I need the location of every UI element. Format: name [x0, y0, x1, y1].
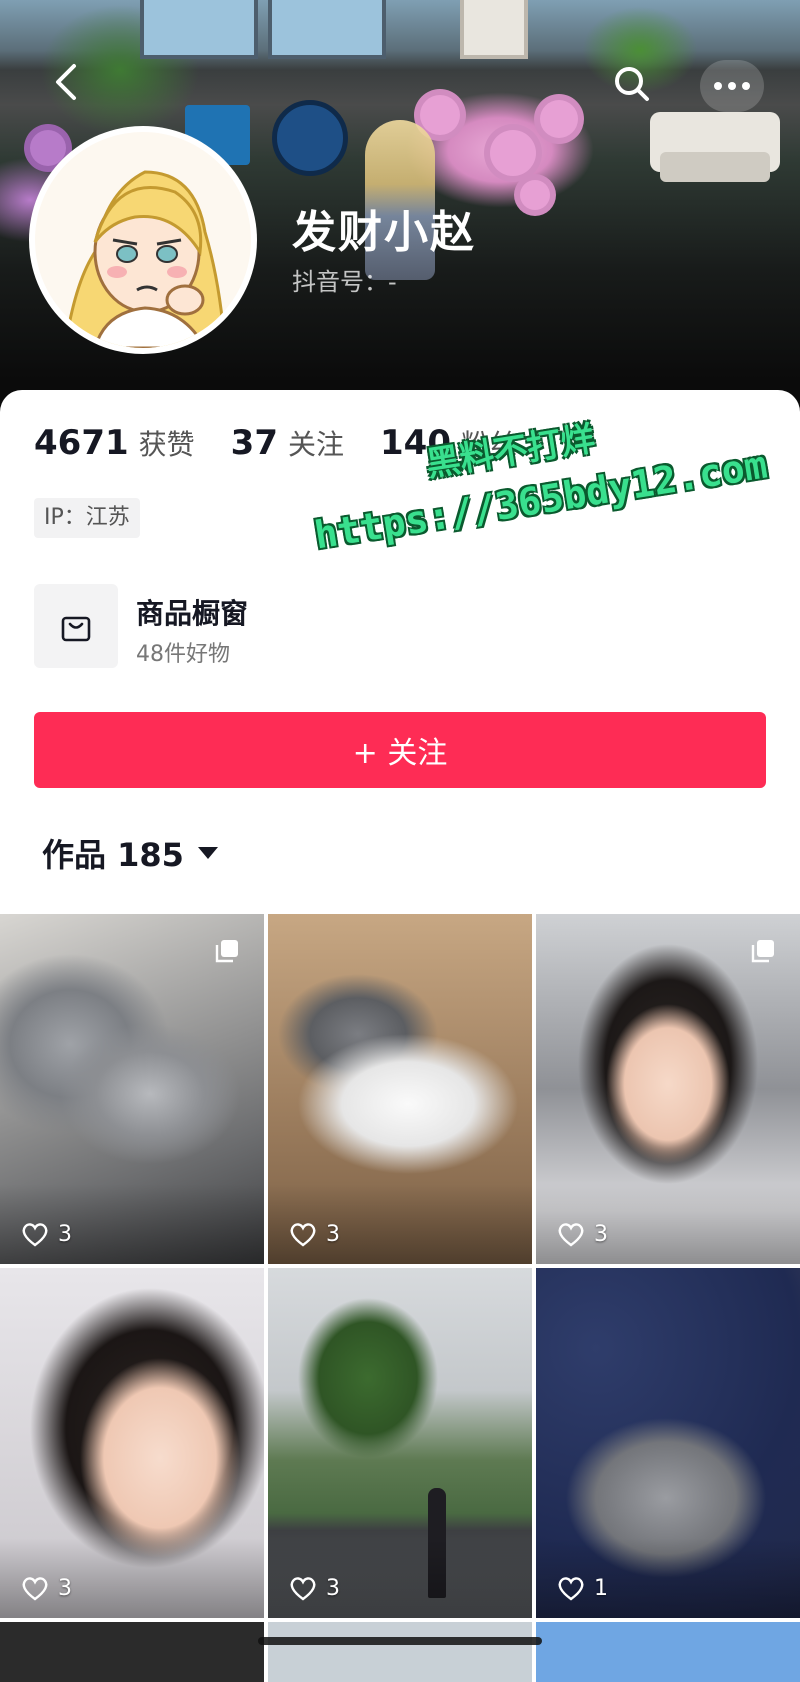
chevron-left-icon: [56, 64, 76, 100]
cover-window: [140, 0, 258, 59]
grid-item[interactable]: 3: [268, 914, 532, 1264]
tile-likes-count: 3: [326, 1575, 340, 1601]
cover-sofa: [650, 112, 780, 182]
cover-wall: [460, 0, 528, 59]
profile-name: 发财小赵: [292, 207, 476, 258]
tile-likes-count: 3: [58, 1575, 72, 1601]
shop-window-title: 商品橱窗: [136, 597, 249, 630]
following-label[interactable]: 关注: [288, 423, 344, 463]
grid-item[interactable]: [536, 1622, 800, 1682]
tile-likes-count: 3: [594, 1221, 608, 1247]
multi-image-icon: [751, 940, 774, 963]
cover-window: [268, 0, 386, 59]
follow-button[interactable]: + 关注: [34, 712, 766, 788]
home-indicator: [258, 1637, 542, 1645]
cover-flower: [30, 130, 66, 166]
grid-item[interactable]: 3: [0, 1268, 264, 1618]
tile-likes-count: 3: [58, 1221, 72, 1247]
tile-likes: 3: [20, 1220, 72, 1248]
shop-window-subtitle: 48件好物: [136, 642, 230, 667]
likes-count: 4671: [34, 423, 129, 463]
tile-likes: 1: [556, 1574, 608, 1602]
grid-item[interactable]: 3: [0, 914, 264, 1264]
heart-icon: [558, 1577, 584, 1601]
search-icon: [615, 67, 649, 101]
dropdown-caret-icon: [197, 847, 218, 859]
following-count[interactable]: 37: [231, 423, 278, 463]
tile-likes: 3: [556, 1220, 608, 1248]
shop-window-entry[interactable]: 商品橱窗 48件好物: [34, 584, 634, 670]
multi-image-icon: [215, 940, 238, 963]
grid-item[interactable]: 3: [536, 914, 800, 1264]
more-options-button[interactable]: [700, 60, 764, 112]
works-label: 作品 185: [42, 836, 184, 874]
tile-likes-count: 1: [594, 1575, 608, 1601]
search-button[interactable]: [608, 60, 656, 108]
heart-icon: [22, 1223, 48, 1247]
back-button[interactable]: [48, 58, 88, 106]
tile-likes: 3: [288, 1574, 340, 1602]
cover-flower: [490, 130, 536, 176]
more-dot-icon: [742, 82, 750, 90]
shopping-bag-icon: [34, 584, 118, 668]
likes-label: 获赞: [138, 428, 195, 461]
tile-likes: 3: [288, 1220, 340, 1248]
grid-item[interactable]: [0, 1622, 264, 1682]
avatar-illustration: [35, 132, 251, 348]
more-dot-icon: [728, 82, 736, 90]
works-tab[interactable]: 作品 185: [42, 830, 218, 876]
cover-flower: [520, 180, 550, 210]
tile-likes: 3: [20, 1574, 72, 1602]
heart-icon: [290, 1577, 316, 1601]
more-dot-icon: [714, 82, 722, 90]
ip-location-tag: IP：江苏: [34, 498, 140, 538]
grid-item[interactable]: 3: [268, 1268, 532, 1618]
tile-likes-count: 3: [326, 1221, 340, 1247]
avatar[interactable]: [35, 132, 251, 348]
heart-icon: [558, 1223, 584, 1247]
heart-icon: [22, 1577, 48, 1601]
cover-clock: [272, 100, 348, 176]
douyin-id[interactable]: 抖音号：-: [292, 262, 397, 297]
cover-flower: [420, 95, 460, 135]
grid-item[interactable]: [268, 1622, 532, 1682]
grid-item[interactable]: 1: [536, 1268, 800, 1618]
cover-flower: [540, 100, 578, 138]
heart-icon: [290, 1223, 316, 1247]
